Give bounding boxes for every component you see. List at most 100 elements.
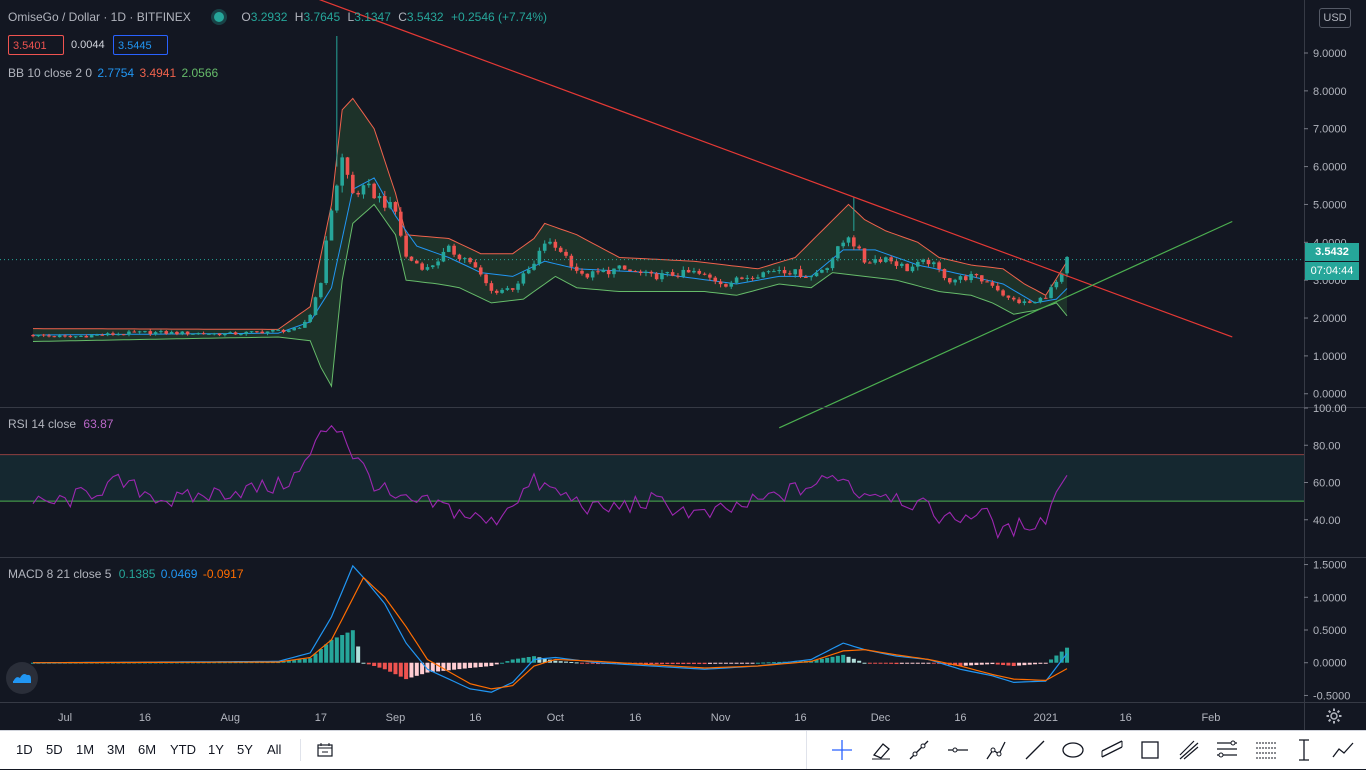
range-3m-button[interactable]: 3M bbox=[107, 742, 125, 757]
candle-body bbox=[644, 271, 648, 273]
candle-body bbox=[772, 271, 776, 273]
tradingview-logo[interactable] bbox=[6, 662, 38, 694]
range-6m-button[interactable]: 6M bbox=[138, 742, 156, 757]
trend-line-icon[interactable] bbox=[904, 735, 934, 765]
candle-body bbox=[553, 241, 558, 248]
candle-body bbox=[931, 262, 936, 265]
candle-body bbox=[164, 331, 169, 334]
macd-histogram-bar bbox=[1027, 662, 1032, 665]
macd-histogram-bar bbox=[675, 662, 680, 665]
macd-histogram-bar bbox=[585, 662, 590, 664]
candle-body bbox=[665, 272, 670, 274]
candle-body bbox=[308, 314, 312, 322]
forecast-icon[interactable] bbox=[1328, 735, 1358, 765]
candle-body bbox=[153, 332, 158, 335]
symbol-legend[interactable]: OmiseGo / Dollar · 1D · BITFINEX O3.2932… bbox=[8, 10, 547, 24]
macd-histogram-bar bbox=[899, 662, 904, 664]
polyline-icon[interactable] bbox=[981, 735, 1011, 765]
macd-histogram-bar bbox=[580, 662, 585, 664]
candle-body bbox=[756, 277, 760, 279]
chart-background bbox=[0, 0, 1366, 730]
fib-extension-icon[interactable] bbox=[1251, 735, 1281, 765]
open-label: O bbox=[241, 10, 251, 24]
date-range-icon[interactable] bbox=[316, 741, 334, 759]
candle-body bbox=[942, 268, 947, 279]
horizontal-ray-icon[interactable] bbox=[943, 735, 973, 765]
candle-body bbox=[990, 282, 995, 286]
candle-body bbox=[601, 270, 606, 273]
range-1d-button[interactable]: 1D bbox=[16, 742, 33, 757]
candle-body bbox=[995, 285, 1000, 291]
rectangle-icon[interactable] bbox=[1135, 735, 1165, 765]
fib-retracement-icon[interactable] bbox=[1212, 735, 1242, 765]
settings-gear-icon[interactable] bbox=[1326, 708, 1342, 724]
candle-body bbox=[692, 270, 696, 273]
candle-body bbox=[473, 262, 478, 268]
sell-price-button[interactable]: 3.5401 bbox=[8, 35, 64, 55]
candle-body bbox=[1054, 281, 1059, 288]
candle-body bbox=[143, 331, 147, 333]
candle-body bbox=[606, 270, 611, 275]
currency-button[interactable]: USD bbox=[1319, 8, 1351, 28]
candle-body bbox=[585, 273, 590, 278]
time-axis-label: 16 bbox=[794, 712, 806, 724]
candle-body bbox=[425, 267, 430, 270]
measure-icon[interactable] bbox=[1289, 735, 1319, 765]
candle-body bbox=[505, 288, 510, 290]
buy-price-button[interactable]: 3.5445 bbox=[113, 35, 168, 55]
macd-histogram-bar bbox=[388, 662, 393, 672]
candle-body bbox=[494, 290, 499, 293]
macd-histogram-bar bbox=[558, 661, 563, 663]
price-axis-label: 0.0000 bbox=[1313, 389, 1347, 401]
time-axis-label: 17 bbox=[315, 712, 327, 724]
crosshair-icon[interactable] bbox=[827, 735, 857, 765]
candle-body bbox=[79, 335, 83, 337]
pitchfork-icon[interactable] bbox=[1174, 735, 1204, 765]
time-axis-label: 16 bbox=[954, 712, 966, 724]
candle-body bbox=[537, 250, 542, 264]
macd-histogram-bar bbox=[702, 662, 707, 665]
parallel-channel-icon[interactable] bbox=[1097, 735, 1127, 765]
macd-histogram-bar bbox=[867, 662, 872, 664]
bb-legend[interactable]: BB 10 close 2 0 2.7754 3.4941 2.0566 bbox=[8, 66, 218, 80]
macd-histogram-bar bbox=[659, 662, 664, 665]
candle-body bbox=[777, 270, 782, 272]
range-all-button[interactable]: All bbox=[267, 742, 281, 757]
candle-body bbox=[676, 275, 680, 277]
candle-body bbox=[681, 269, 686, 277]
logo-icon bbox=[13, 674, 31, 683]
candle-body bbox=[788, 273, 792, 275]
candle-body bbox=[223, 333, 227, 336]
candle-body bbox=[383, 196, 387, 208]
time-axis-label: 16 bbox=[469, 712, 481, 724]
macd-histogram-bar bbox=[729, 662, 734, 664]
chart-canvas[interactable]: 0.00001.00002.00003.00004.00005.00006.00… bbox=[0, 0, 1366, 730]
spread-value: 0.0044 bbox=[71, 39, 105, 51]
macd-legend[interactable]: MACD 8 21 close 5 0.1385 0.0469 -0.0917 bbox=[8, 567, 244, 581]
rsi-legend[interactable]: RSI 14 close 63.87 bbox=[8, 417, 113, 431]
ellipse-icon[interactable] bbox=[1058, 735, 1088, 765]
candle-body bbox=[356, 192, 360, 195]
candle-body bbox=[367, 183, 371, 186]
macd-histogram-bar bbox=[489, 662, 494, 666]
range-1m-button[interactable]: 1M bbox=[76, 742, 94, 757]
macd-histogram-bar bbox=[723, 662, 728, 664]
range-1y-button[interactable]: 1Y bbox=[208, 742, 224, 757]
price-axis-label: 5.0000 bbox=[1313, 199, 1347, 211]
macd-histogram-bar bbox=[473, 662, 478, 668]
time-axis-label: Dec bbox=[871, 712, 891, 724]
candle-body bbox=[372, 183, 376, 199]
time-axis-label: 16 bbox=[139, 712, 151, 724]
range-ytd-button[interactable]: YTD bbox=[170, 742, 196, 757]
macd-histogram-bar bbox=[468, 662, 473, 668]
line-icon[interactable] bbox=[1020, 735, 1050, 765]
rsi-axis-label: 40.00 bbox=[1313, 515, 1341, 527]
macd-histogram-bar bbox=[894, 662, 899, 665]
range-5y-button[interactable]: 5Y bbox=[237, 742, 253, 757]
candle-body bbox=[169, 331, 174, 334]
eraser-icon[interactable] bbox=[866, 735, 896, 765]
macd-histogram-bar bbox=[452, 662, 457, 670]
macd-histogram-bar bbox=[1054, 655, 1059, 663]
range-5d-button[interactable]: 5D bbox=[46, 742, 63, 757]
low-value: 3.1347 bbox=[354, 10, 391, 24]
